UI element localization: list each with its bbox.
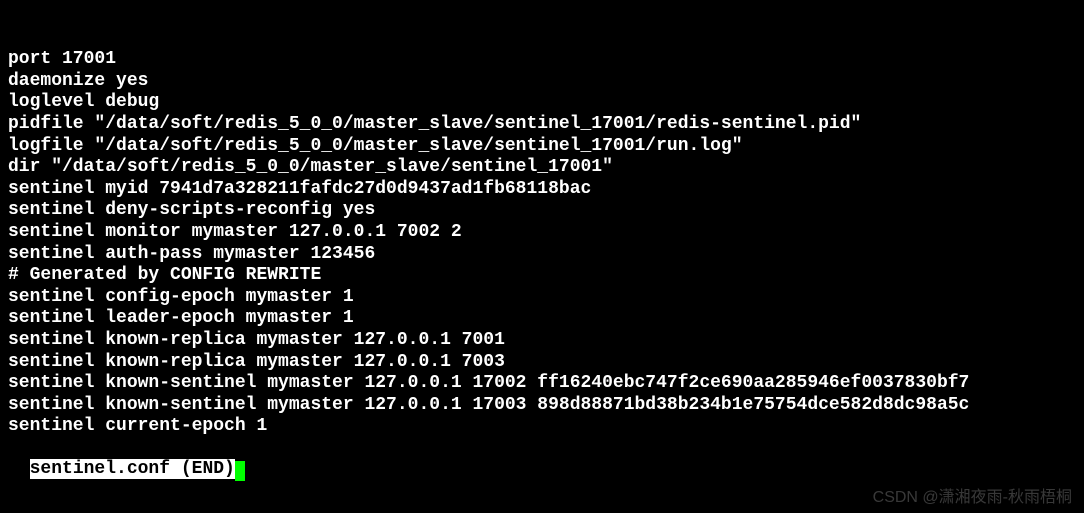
- config-line: sentinel config-epoch mymaster 1: [8, 287, 1076, 309]
- config-line: sentinel known-replica mymaster 127.0.0.…: [8, 330, 1076, 352]
- pager-end-line: sentinel.conf (END): [30, 459, 245, 481]
- config-line: sentinel deny-scripts-reconfig yes: [8, 200, 1076, 222]
- config-line: sentinel auth-pass mymaster 123456: [8, 244, 1076, 266]
- config-line: pidfile "/data/soft/redis_5_0_0/master_s…: [8, 114, 1076, 136]
- config-line: sentinel leader-epoch mymaster 1: [8, 308, 1076, 330]
- config-line: daemonize yes: [8, 71, 1076, 93]
- pager-end-marker: sentinel.conf (END): [30, 459, 235, 479]
- config-line: sentinel myid 7941d7a328211fafdc27d0d943…: [8, 179, 1076, 201]
- config-line: logfile "/data/soft/redis_5_0_0/master_s…: [8, 136, 1076, 158]
- config-line: sentinel known-sentinel mymaster 127.0.0…: [8, 373, 1076, 395]
- config-line: sentinel current-epoch 1: [8, 416, 1076, 438]
- terminal-cursor[interactable]: [235, 461, 245, 481]
- config-line: sentinel known-replica mymaster 127.0.0.…: [8, 352, 1076, 374]
- config-line: dir "/data/soft/redis_5_0_0/master_slave…: [8, 157, 1076, 179]
- config-line: loglevel debug: [8, 92, 1076, 114]
- config-line: # Generated by CONFIG REWRITE: [8, 265, 1076, 287]
- config-line: sentinel known-sentinel mymaster 127.0.0…: [8, 395, 1076, 417]
- config-line: sentinel monitor mymaster 127.0.0.1 7002…: [8, 222, 1076, 244]
- terminal-output: port 17001daemonize yesloglevel debugpid…: [8, 6, 1076, 481]
- config-line: port 17001: [8, 49, 1076, 71]
- config-lines-container: port 17001daemonize yesloglevel debugpid…: [8, 49, 1076, 438]
- watermark: CSDN @潇湘夜雨-秋雨梧桐: [873, 488, 1072, 507]
